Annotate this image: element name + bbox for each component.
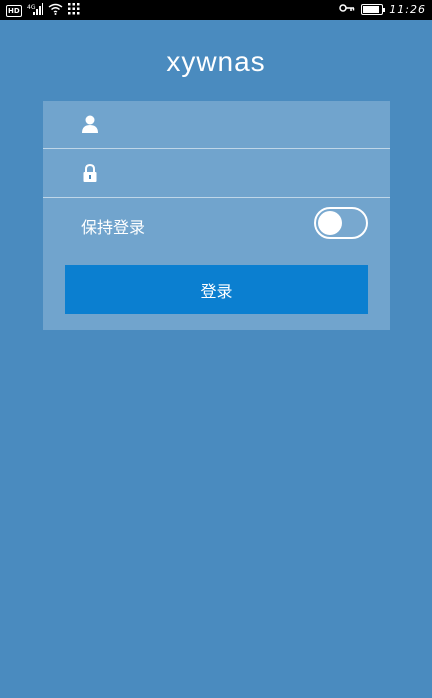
network-type-label: 4G <box>27 4 36 11</box>
toggle-knob <box>318 211 342 235</box>
status-bar: HD 4G 11:26 <box>0 0 432 20</box>
password-input[interactable] <box>113 158 382 192</box>
hd-badge-icon: HD <box>6 4 22 17</box>
battery-icon <box>361 4 386 15</box>
status-right-group: 11:26 <box>339 3 426 16</box>
key-icon <box>339 3 355 16</box>
login-panel: 保持登录 登录 <box>43 101 390 330</box>
wifi-icon <box>48 3 63 18</box>
status-time: 11:26 <box>389 3 426 16</box>
username-input[interactable] <box>113 109 382 143</box>
username-row <box>43 101 390 149</box>
login-button[interactable]: 登录 <box>65 265 368 314</box>
keep-login-label: 保持登录 <box>81 218 146 237</box>
lock-icon <box>80 163 100 183</box>
battery-fill <box>363 6 380 13</box>
user-icon <box>80 114 100 134</box>
signal-icon: 4G <box>27 3 43 18</box>
status-left-group: HD 4G <box>6 3 80 18</box>
password-row <box>43 150 390 198</box>
keep-login-toggle[interactable] <box>314 207 368 239</box>
apps-grid-icon <box>67 3 80 18</box>
app-title: xywnas <box>166 46 266 77</box>
